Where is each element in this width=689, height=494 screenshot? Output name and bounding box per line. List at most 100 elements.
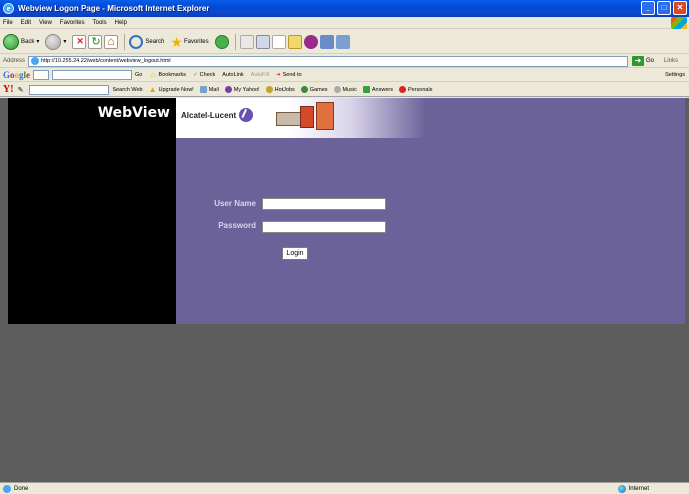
games-button[interactable]: Games	[300, 86, 328, 93]
hotjobs-button[interactable]: HotJobs	[265, 86, 295, 93]
address-input[interactable]: http://10.255.24.22/web/content/webview_…	[28, 55, 629, 67]
phone-device-icon	[316, 102, 334, 130]
media-icon[interactable]	[214, 34, 229, 49]
google-settings-button[interactable]: Settings	[665, 72, 685, 78]
desk-phone-icon	[276, 112, 302, 126]
refresh-icon[interactable]	[88, 34, 103, 49]
check-icon: ✓	[193, 72, 198, 78]
stop-icon[interactable]	[72, 34, 87, 49]
search-icon	[129, 34, 144, 49]
folder-icon[interactable]	[287, 34, 302, 49]
menu-edit[interactable]: Edit	[21, 20, 31, 26]
menu-tools[interactable]: Tools	[93, 20, 107, 26]
answers-button[interactable]: Answers	[362, 86, 393, 93]
google-check-button[interactable]: ✓ Check	[193, 72, 215, 78]
upgrade-button[interactable]: ▲ Upgrade Now!	[149, 85, 194, 94]
research-icon[interactable]	[319, 34, 334, 49]
mail-button[interactable]: Mail	[199, 86, 219, 93]
links-button[interactable]: Links	[664, 58, 678, 64]
yahoo-search-input[interactable]	[29, 84, 110, 95]
autofill-label: AutoFill	[250, 72, 270, 78]
pencil-icon[interactable]: ✎	[18, 86, 24, 94]
go-arrow-icon: ➜	[632, 56, 645, 66]
print-icon[interactable]	[255, 34, 270, 49]
window-title: Webview Logon Page - Microsoft Internet …	[18, 4, 210, 13]
go-button[interactable]: ➜ Go	[632, 56, 654, 66]
login-button[interactable]: Login	[282, 247, 308, 260]
go-label: Go	[646, 58, 655, 64]
edit-icon[interactable]	[271, 34, 286, 49]
my-yahoo-button[interactable]: My Yahoo!	[224, 86, 260, 93]
menu-favorites[interactable]: Favorites	[60, 20, 85, 26]
search-button[interactable]: Search	[129, 34, 165, 49]
answers-label: Answers	[371, 86, 393, 93]
back-button[interactable]: Back ▾	[3, 33, 39, 50]
music-icon	[333, 86, 341, 93]
username-label: User Name	[214, 199, 256, 208]
menu-view[interactable]: View	[39, 20, 52, 26]
google-logo[interactable]: Google	[3, 70, 30, 80]
google-autolink-button[interactable]: AutoLink	[222, 72, 243, 78]
google-menu-button[interactable]	[33, 70, 50, 80]
bookmarks-label: Bookmarks	[158, 72, 187, 78]
security-zone[interactable]: Internet	[617, 485, 649, 493]
yahoo-toolbar: Y! ✎ Search Web ▲ Upgrade Now! Mail My Ya…	[0, 83, 689, 97]
check-label: Check	[199, 72, 216, 78]
toolbar-divider	[234, 33, 236, 50]
brand-logo: Alcatel-Lucent	[181, 108, 254, 122]
page-icon	[31, 57, 40, 65]
standard-toolbar: Back ▾ ▾ Search ★ Favorites	[0, 30, 689, 54]
mail-icon[interactable]	[239, 34, 254, 49]
google-autofill-button[interactable]: AutoFill	[251, 72, 269, 78]
search-label: Search	[145, 38, 165, 45]
google-bookmarks-button[interactable]: ☆ Bookmarks	[149, 71, 186, 80]
address-bar: Address http://10.255.24.22/web/content/…	[0, 55, 689, 68]
menu-help[interactable]: Help	[115, 20, 127, 26]
favorites-label: Favorites	[183, 38, 209, 45]
heart-icon	[398, 86, 406, 93]
app-title: WebView	[97, 105, 170, 121]
favorites-button[interactable]: ★ Favorites	[170, 35, 208, 49]
my-yahoo-label: My Yahoo!	[233, 86, 260, 93]
personals-button[interactable]: Personals	[398, 86, 432, 93]
page-viewport: WebView Alcatel-Lucent User Name Passwor…	[0, 98, 689, 482]
password-input[interactable]	[262, 221, 386, 233]
forward-arrow-icon	[45, 33, 62, 50]
chevron-down-icon[interactable]: ▾	[36, 38, 39, 45]
messenger-icon[interactable]	[303, 34, 318, 49]
sendto-label: Send to	[282, 72, 302, 78]
back-arrow-icon	[3, 33, 19, 50]
forward-button[interactable]: ▾	[45, 33, 66, 50]
hotjobs-label: HotJobs	[274, 86, 295, 93]
username-input[interactable]	[262, 198, 386, 210]
windows-logo-icon	[671, 17, 687, 29]
search-web-button[interactable]: Search Web	[112, 87, 142, 93]
toolbar-divider	[124, 33, 126, 50]
menu-file[interactable]: File	[3, 20, 13, 26]
google-sendto-button[interactable]: ➔ Send to	[276, 72, 302, 78]
games-label: Games	[309, 86, 328, 93]
zone-label: Internet	[628, 486, 649, 492]
google-go-button[interactable]: Go	[135, 72, 142, 78]
users-icon[interactable]	[335, 34, 350, 49]
chevron-down-icon[interactable]: ▾	[63, 38, 66, 45]
envelope-icon	[199, 86, 207, 93]
music-button[interactable]: Music	[333, 86, 357, 93]
google-search-input[interactable]	[52, 70, 133, 80]
music-label: Music	[342, 86, 357, 93]
alcatel-lucent-icon	[239, 108, 254, 122]
maximize-button[interactable]: □	[657, 1, 671, 15]
autolink-label: AutoLink	[222, 72, 244, 78]
my-yahoo-icon	[224, 86, 232, 93]
page-status-icon	[3, 484, 11, 493]
phones-image	[276, 102, 336, 130]
star-icon: ★	[170, 33, 183, 50]
home-icon[interactable]	[104, 34, 119, 49]
yahoo-logo[interactable]: Y!	[3, 84, 14, 95]
address-url: http://10.255.24.22/web/content/webview_…	[41, 58, 171, 64]
handset-icon	[300, 106, 314, 128]
minimize-button[interactable]: _	[641, 1, 655, 15]
login-panel: Alcatel-Lucent User Name Password Login	[176, 98, 685, 324]
close-button[interactable]: ✕	[673, 1, 687, 15]
address-label: Address	[3, 58, 26, 64]
